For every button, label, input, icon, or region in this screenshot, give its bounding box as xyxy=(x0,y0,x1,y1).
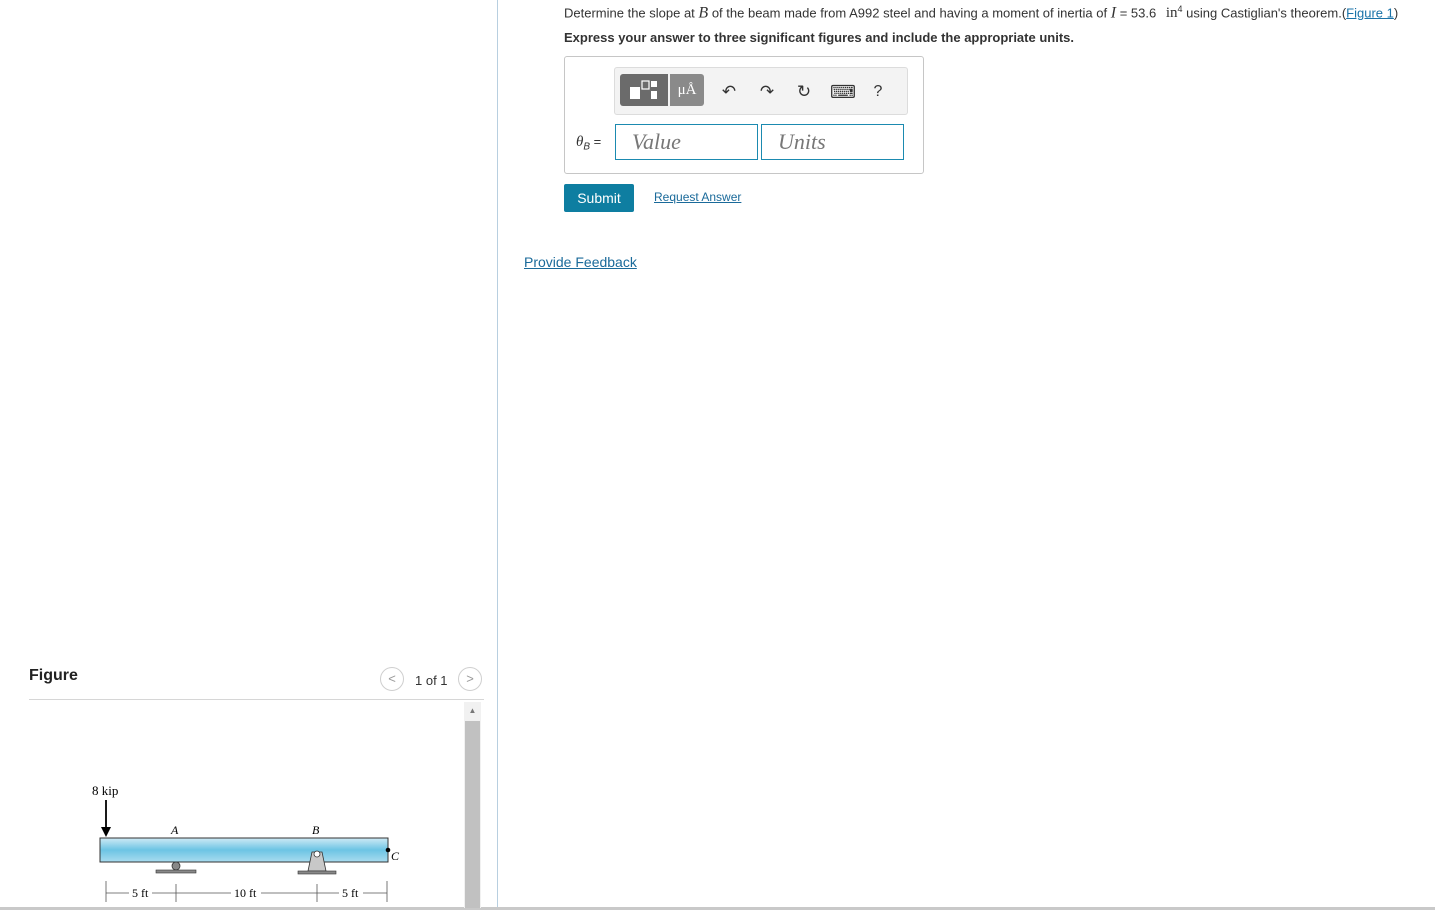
roller-base xyxy=(155,869,197,874)
units-input[interactable]: Units xyxy=(761,124,904,160)
scroll-up-arrow-icon[interactable]: ▲ xyxy=(464,702,481,719)
dim-label-3: 5 ft xyxy=(342,886,359,900)
figure-divider xyxy=(29,699,484,700)
value-input[interactable]: Value xyxy=(615,124,758,160)
templates-button[interactable] xyxy=(620,74,668,106)
dim-label-2: 10 ft xyxy=(234,886,257,900)
reset-icon[interactable]: ↻ xyxy=(793,81,815,103)
point-b-label: B xyxy=(312,823,320,837)
load-label: 8 kip xyxy=(92,783,118,798)
pin-base xyxy=(297,870,337,875)
units-button[interactable]: μÅ xyxy=(670,74,704,106)
instruction-text: Express your answer to three significant… xyxy=(564,30,1074,45)
submit-button[interactable]: Submit xyxy=(564,184,634,212)
pin-icon xyxy=(313,850,321,858)
point-a-label: A xyxy=(170,823,179,837)
prev-figure-button[interactable]: < xyxy=(380,667,404,691)
help-icon[interactable]: ? xyxy=(867,81,889,103)
beam-figure: 8 kip A B C 5 ft 10 ft 5 ft xyxy=(92,783,400,902)
beam xyxy=(99,837,389,863)
equals-sign: = xyxy=(593,134,602,149)
templates-icon xyxy=(630,80,657,99)
point-c-dot xyxy=(385,847,391,853)
math-toolbar: μÅ ↶ ↷ ↻ ⌨ ? xyxy=(614,67,908,115)
dim-label-1: 5 ft xyxy=(132,886,149,900)
inertia-value: = 53.6 xyxy=(1119,5,1157,21)
figure-heading: Figure xyxy=(29,667,78,684)
panel-divider xyxy=(497,0,498,908)
keyboard-icon[interactable]: ⌨ xyxy=(830,81,856,103)
figure-page-indicator: 1 of 1 xyxy=(415,673,448,688)
point-c-label: C xyxy=(391,849,400,863)
question-suffix: using Castiglian's theorem. xyxy=(1186,5,1342,21)
roller-support-icon xyxy=(171,861,181,871)
inertia-unit: in xyxy=(1165,5,1178,22)
request-answer-link[interactable]: Request Answer xyxy=(654,190,741,204)
point-variable: B xyxy=(698,4,709,22)
answer-box: μÅ ↶ ↷ ↻ ⌨ ? θB = Value Units xyxy=(564,56,924,174)
question-text: Determine the slope at B of the beam mad… xyxy=(564,4,1398,22)
inertia-exponent: 4 xyxy=(1177,4,1183,14)
question-prefix: Determine the slope at xyxy=(564,5,695,21)
load-arrow-icon xyxy=(101,827,111,837)
theta-subscript: B xyxy=(583,141,591,153)
answer-label: θB = xyxy=(576,134,601,153)
figure-link-paren-close: ) xyxy=(1393,5,1399,21)
inertia-variable: I xyxy=(1110,4,1117,22)
undo-icon[interactable]: ↶ xyxy=(718,81,740,103)
redo-icon[interactable]: ↷ xyxy=(756,81,778,103)
figure-link[interactable]: Figure 1 xyxy=(1346,5,1394,20)
scrollbar-thumb[interactable] xyxy=(465,721,480,908)
next-figure-button[interactable]: > xyxy=(458,667,482,691)
provide-feedback-link[interactable]: Provide Feedback xyxy=(524,254,637,270)
question-middle: of the beam made from A992 steel and hav… xyxy=(711,5,1108,21)
